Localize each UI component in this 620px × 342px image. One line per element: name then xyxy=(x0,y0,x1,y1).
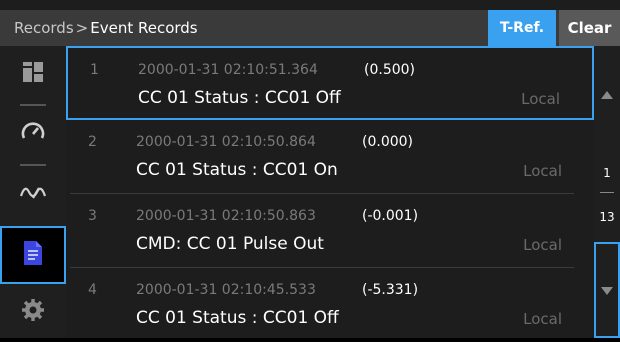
record-source: Local xyxy=(523,236,562,254)
scroll-up-button[interactable] xyxy=(594,46,620,142)
header-bar: Records > Event Records T-Ref. Clear xyxy=(0,10,620,46)
page-divider xyxy=(600,192,614,193)
record-number: 3 xyxy=(88,208,97,224)
record-message: CMD: CC 01 Pulse Out xyxy=(136,234,324,254)
record-message: CC 01 Status : CC01 Off xyxy=(138,88,341,108)
sidebar-item-settings[interactable] xyxy=(0,284,66,340)
record-timestamp: 2000-01-31 02:10:50.863 xyxy=(136,208,316,224)
breadcrumb-root[interactable]: Records xyxy=(14,19,74,37)
record-delta: (-0.001) xyxy=(362,208,419,224)
record-delta: (0.500) xyxy=(364,62,416,78)
sidebar-item-waveform[interactable] xyxy=(0,166,66,222)
breadcrumb-separator: > xyxy=(75,19,89,37)
waveform-icon xyxy=(19,182,47,206)
record-source: Local xyxy=(523,310,562,328)
breadcrumb: Records > Event Records xyxy=(14,10,198,46)
sidebar-item-records[interactable] xyxy=(0,226,66,284)
records-icon xyxy=(22,239,44,271)
sidebar xyxy=(0,46,66,338)
dashboard-icon xyxy=(21,60,45,88)
page-current: 1 xyxy=(603,166,611,180)
clear-button[interactable]: Clear xyxy=(559,10,620,46)
pager-panel: 1 13 xyxy=(594,46,620,338)
record-number: 4 xyxy=(88,282,97,298)
record-row-3[interactable]: 3 2000-01-31 02:10:50.863 (-0.001) CMD: … xyxy=(66,194,594,268)
triangle-up-icon xyxy=(600,85,614,104)
triangle-down-icon xyxy=(600,281,614,300)
sidebar-item-gauge[interactable] xyxy=(0,106,66,162)
settings-gear-icon xyxy=(21,298,45,326)
record-delta: (-5.331) xyxy=(362,282,419,298)
record-timestamp: 2000-01-31 02:10:51.364 xyxy=(138,62,318,78)
record-source: Local xyxy=(521,90,560,108)
event-record-list: 1 2000-01-31 02:10:51.364 (0.500) CC 01 … xyxy=(66,46,594,338)
record-row-1[interactable]: 1 2000-01-31 02:10:51.364 (0.500) CC 01 … xyxy=(66,46,594,120)
app-frame: Records > Event Records T-Ref. Clear 1 2… xyxy=(0,0,620,338)
page-total: 13 xyxy=(599,210,615,224)
breadcrumb-current: Event Records xyxy=(90,19,198,37)
record-row-2[interactable]: 2 2000-01-31 02:10:50.864 (0.000) CC 01 … xyxy=(66,120,594,194)
record-source: Local xyxy=(523,162,562,180)
record-timestamp: 2000-01-31 02:10:50.864 xyxy=(136,134,316,150)
sidebar-item-dashboard[interactable] xyxy=(0,46,66,102)
record-message: CC 01 Status : CC01 Off xyxy=(136,308,339,328)
gauge-icon xyxy=(20,119,46,149)
tref-button[interactable]: T-Ref. xyxy=(488,10,556,46)
record-number: 2 xyxy=(88,134,97,150)
record-timestamp: 2000-01-31 02:10:45.533 xyxy=(136,282,316,298)
record-delta: (0.000) xyxy=(362,134,414,150)
scroll-down-button[interactable] xyxy=(594,242,620,338)
record-number: 1 xyxy=(90,62,99,78)
record-row-4[interactable]: 4 2000-01-31 02:10:45.533 (-5.331) CC 01… xyxy=(66,268,594,342)
record-message: CC 01 Status : CC01 On xyxy=(136,160,338,180)
